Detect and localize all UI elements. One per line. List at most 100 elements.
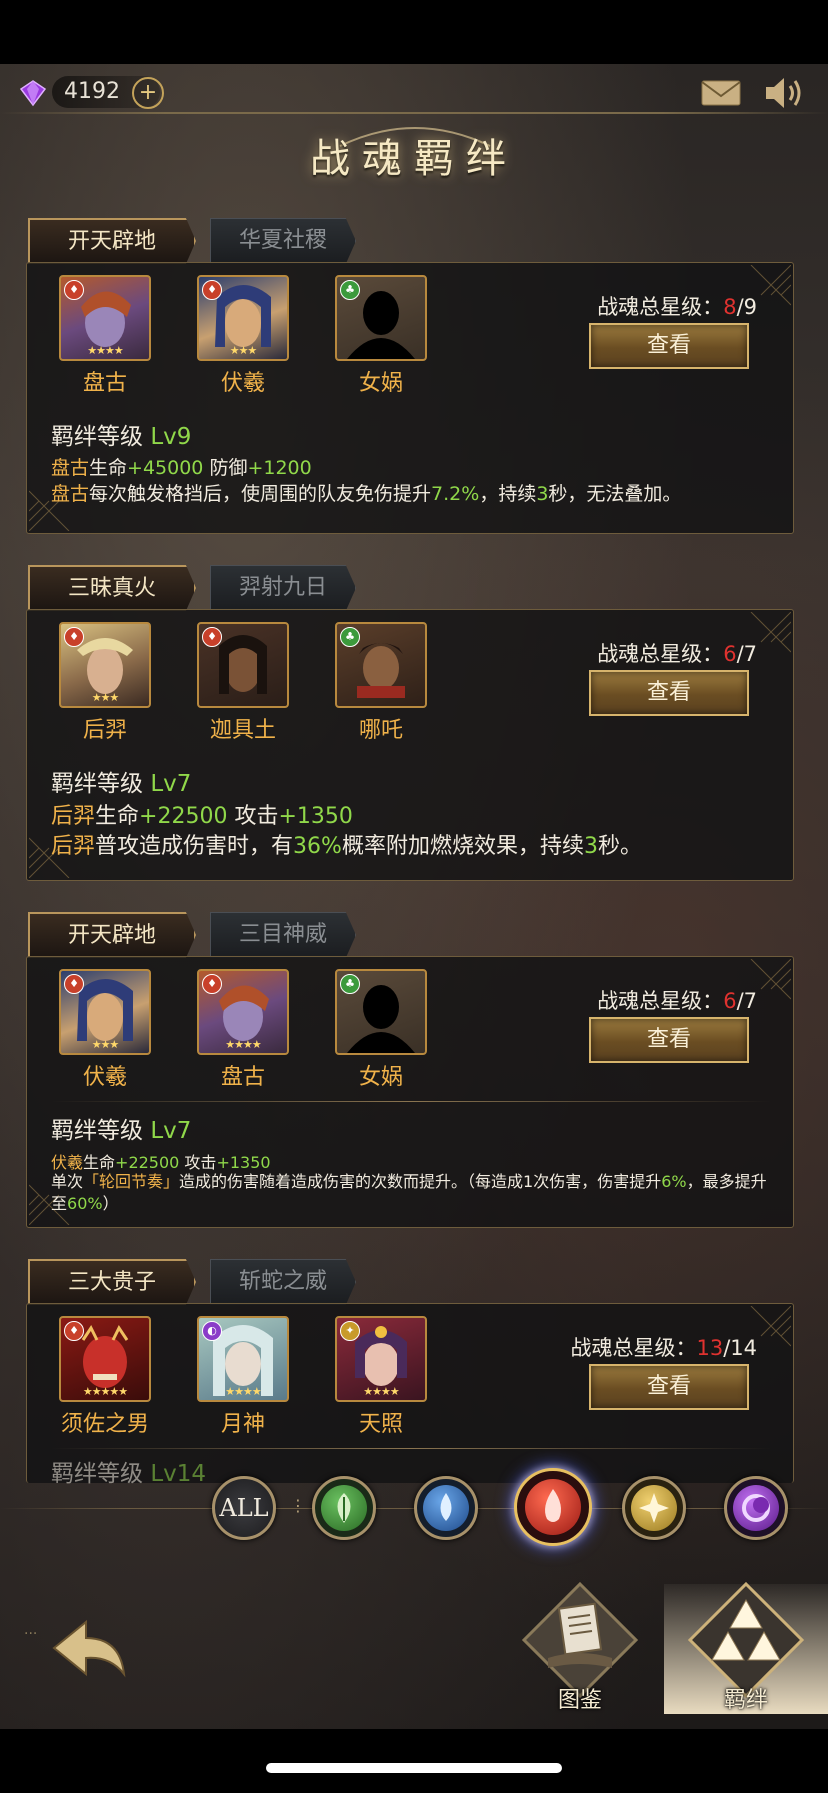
rating-max: /7 (736, 642, 757, 666)
bond-level-label: 羁绊等级 (51, 424, 151, 450)
hero-ref: 伏羲 (51, 1153, 84, 1172)
bond-effect: 盘古每次触发格挡后，使周围的队友免伤提升7.2%，持续3秒，无法叠加。 (51, 479, 767, 506)
effect-text: ） (102, 1194, 119, 1213)
effect-value: 7.2% (431, 483, 480, 505)
hero-portrait: ♦ ★★★ (197, 275, 289, 361)
bond-stat-bonus: 后羿生命+22500 攻击+1350 (51, 798, 767, 830)
view-button[interactable]: 查看 (589, 323, 749, 369)
hero-slot[interactable]: ♦ ★★★ 伏羲 (195, 275, 291, 397)
hero-slot[interactable]: ♦ ★★★★★ 须佐之男 (57, 1316, 153, 1438)
effect-value: 60% (67, 1194, 103, 1213)
hero-name: 女娲 (358, 371, 403, 396)
bond-level: 羁绊等级 Lv9 (51, 417, 191, 451)
rating-label: 战魂总星级： (597, 642, 724, 666)
page-title: 战魂羁绊 (310, 136, 518, 182)
hero-ref: 后羿 (51, 804, 96, 829)
view-button[interactable]: 查看 (589, 1364, 749, 1410)
effect-text: 秒。 (597, 834, 642, 859)
effect-text: 每次触发格挡后，使周围的队友免伤提升 (89, 483, 432, 505)
bond-stat-bonus: 伏羲生命+22500 攻击+1350 (51, 1149, 767, 1173)
back-arrow-icon[interactable]: ··· (24, 1608, 134, 1688)
codex-nav-button[interactable]: 图鉴 (518, 1578, 642, 1713)
hero-slot[interactable]: ♦ ★★★★ 盘古 (57, 275, 153, 397)
star-rating: ★★★★ (363, 1385, 399, 1398)
fire-element-icon: ♦ (202, 627, 222, 647)
skill-name: 「轮回节奏」 (83, 1172, 180, 1191)
star-rating: ★★★ (91, 691, 120, 704)
hero-portrait: ♣ (335, 969, 427, 1055)
hero-portrait: ♣ (335, 275, 427, 361)
add-gem-button[interactable]: + (132, 77, 164, 109)
hero-name: 伏羲 (82, 1065, 127, 1090)
fire-element-icon: ♦ (64, 1321, 84, 1341)
filter-all-button[interactable]: ALL (212, 1476, 276, 1540)
effect-value: 3 (536, 483, 549, 505)
tab-inactive[interactable]: 羿射九日 (210, 565, 356, 611)
mail-icon[interactable] (700, 78, 742, 108)
hero-name: 哪吒 (358, 718, 403, 743)
bond-panel: ♦ ★★★★ 盘古 ♦ ★★★ 伏羲 ♣ 女娲 战魂总星级：8/9 查看 羁绊等… (26, 262, 794, 534)
hero-portrait: ♦ ★★★ (59, 622, 151, 708)
effect-text: 普攻造成伤害时，有 (95, 834, 294, 859)
hero-ref: 后羿 (51, 834, 96, 859)
tab-active[interactable]: 开天辟地 (28, 912, 196, 958)
filter-fire-button[interactable] (514, 1468, 592, 1546)
hero-slot[interactable]: ♦ 迦具土 (195, 622, 291, 744)
hero-portrait: ✦ ★★★★ (335, 1316, 427, 1402)
filter-shadow-button[interactable] (724, 1476, 788, 1540)
tab-inactive[interactable]: 斩蛇之威 (210, 1259, 356, 1305)
hero-slot[interactable]: ✦ ★★★★ 天照 (333, 1316, 429, 1438)
tab-active[interactable]: 三大贵子 (28, 1259, 196, 1305)
total-star-rating: 战魂总星级：13/14 (570, 1332, 757, 1362)
hero-name: 后羿 (82, 718, 127, 743)
hero-slot[interactable]: ♣ 女娲 (333, 969, 429, 1091)
tab-active[interactable]: 开天辟地 (28, 218, 196, 264)
stat-label: 防御 (203, 457, 248, 479)
bond-nav-button[interactable]: 羁绊 (684, 1578, 808, 1713)
divider (51, 1101, 771, 1102)
sound-icon[interactable] (762, 74, 806, 112)
hero-slot[interactable]: ♦ ★★★ 后羿 (57, 622, 153, 744)
rating-max: /14 (723, 1336, 757, 1360)
hero-slot[interactable]: ◐ ★★★★ 月神 (195, 1316, 291, 1438)
filter-water-button[interactable] (414, 1476, 478, 1540)
hero-slot[interactable]: ♣ 女娲 (333, 275, 429, 397)
divider (51, 1448, 771, 1449)
separator: ⋮ (290, 1496, 306, 1515)
star-rating: ★★★★★ (82, 1385, 128, 1398)
bond-panel: ♦ ★★★ 后羿 ♦ 迦具土 ♣ 哪吒 战魂总星级：6/7 查看 羁绊等级 Lv… (26, 609, 794, 881)
hero-name: 天照 (358, 1412, 403, 1437)
rating-label: 战魂总星级： (570, 1336, 697, 1360)
bond-level-value: Lv7 (150, 771, 192, 797)
stat-value: +1200 (247, 457, 312, 479)
filter-light-button[interactable] (622, 1476, 686, 1540)
effect-text: ，持续 (479, 483, 537, 505)
hero-slot[interactable]: ♣ 哪吒 (333, 622, 429, 744)
star-rating: ★★★ (91, 1038, 120, 1051)
bond-level: 羁绊等级 Lv7 (51, 764, 191, 798)
tab-inactive[interactable]: 华夏社稷 (210, 218, 356, 264)
view-button[interactable]: 查看 (589, 1017, 749, 1063)
filter-wood-button[interactable] (312, 1476, 376, 1540)
bond-level-value: Lv7 (150, 1118, 192, 1144)
effect-text: 概率附加燃烧效果，持续 (341, 834, 584, 859)
hero-name: 迦具土 (209, 718, 276, 743)
wood-element-icon: ♣ (340, 280, 360, 300)
tab-inactive[interactable]: 三目神威 (210, 912, 356, 958)
bond-stat-bonus: 盘古生命+45000 防御+1200 (51, 453, 767, 480)
effect-value: 36% (293, 834, 342, 859)
fire-element-icon: ♦ (202, 974, 222, 994)
hero-slot[interactable]: ♦ ★★★★ 盘古 (195, 969, 291, 1091)
water-icon (423, 1485, 469, 1531)
divider (0, 112, 828, 114)
view-button[interactable]: 查看 (589, 670, 749, 716)
home-indicator[interactable] (266, 1763, 562, 1773)
shadow-icon (733, 1485, 779, 1531)
hero-slot[interactable]: ♦ ★★★ 伏羲 (57, 969, 153, 1091)
bond-level: 羁绊等级 Lv7 (51, 1111, 191, 1145)
wood-icon (321, 1485, 367, 1531)
fire-icon (525, 1479, 581, 1535)
total-star-rating: 战魂总星级：6/7 (597, 638, 757, 668)
tab-active[interactable]: 三昧真火 (28, 565, 196, 611)
star-rating: ★★★★ (225, 1385, 261, 1398)
